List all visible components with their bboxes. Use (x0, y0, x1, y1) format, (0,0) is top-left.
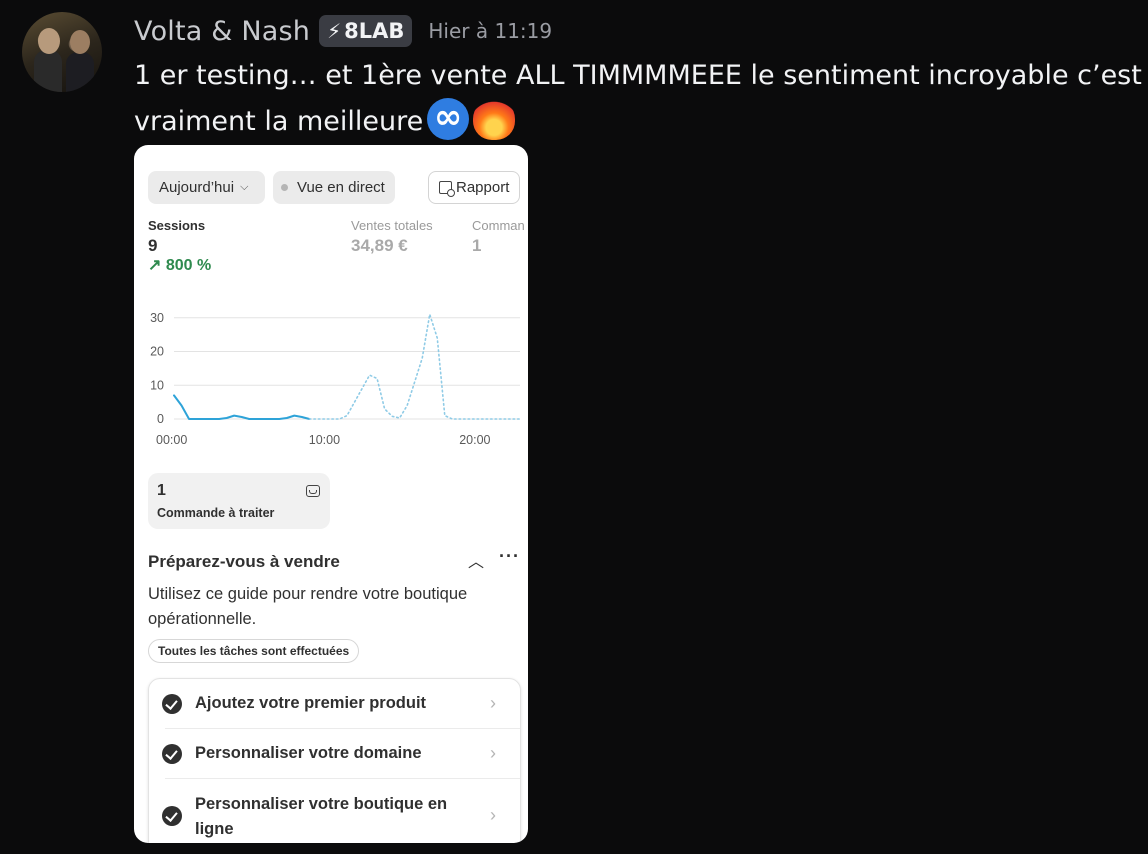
date-filter-label: Aujourd’hui (159, 179, 235, 196)
attached-screenshot[interactable]: Aujourd’hui ⌵ Vue en direct Rapport Sess… (134, 145, 528, 843)
task-item[interactable]: Personnaliser votre boutique en ligne › (162, 779, 520, 843)
dashboard-toolbar: Aujourd’hui ⌵ Vue en direct Rapport (148, 171, 520, 205)
metric-label: Comman (472, 218, 525, 233)
message-content: 1 er testing… et 1ère vente ALL TIMMMMEE… (134, 54, 1144, 144)
chevron-down-icon: ⌵ (240, 181, 249, 193)
y-tick-label: 0 (157, 412, 164, 426)
chevron-right-icon: › (490, 805, 496, 825)
sessions-chart: 0 10 20 30 00:00 10:00 20:00 (150, 311, 521, 447)
guide-task-list: Ajoutez votre premier produit › Personna… (148, 678, 521, 843)
orders-to-process-card[interactable]: 1 Commande à traiter (148, 473, 330, 529)
live-dot-icon (281, 184, 288, 191)
forecast-series-line (308, 313, 521, 420)
more-options-icon[interactable]: ··· (499, 546, 520, 567)
y-tick-label: 10 (150, 378, 164, 392)
task-item[interactable]: Ajoutez votre premier produit › (162, 679, 520, 729)
check-circle-icon (162, 743, 182, 764)
metric-sessions[interactable]: Sessions 9 (148, 218, 205, 256)
username[interactable]: Volta & Nash (134, 16, 310, 47)
y-tick-label: 30 (150, 311, 164, 325)
metric-label: Ventes totales (351, 218, 433, 233)
sessions-delta: ↗ 800 % (148, 257, 212, 274)
fire-heart-emoji-icon (473, 98, 516, 140)
orders-label: Commande à traiter (157, 506, 275, 520)
sessions-series-line (173, 394, 311, 420)
y-tick-label: 20 (150, 345, 164, 359)
chevron-right-icon: › (490, 743, 496, 763)
x-tick-label: 20:00 (459, 433, 490, 447)
task-label: Ajoutez votre premier produit (195, 694, 427, 712)
report-button[interactable]: Rapport (428, 171, 520, 204)
metric-value: 34,89 € (351, 236, 408, 255)
server-tag-text: 8LAB (344, 19, 405, 43)
orders-count: 1 (157, 482, 166, 499)
message-timestamp: Hier à 11:19 (428, 19, 553, 43)
report-search-icon (439, 181, 455, 197)
lightning-bolt-icon: ⚡ (327, 19, 342, 43)
task-label: Personnaliser votre domaine (195, 744, 422, 762)
metric-total-sales[interactable]: Ventes totales 34,89 € (351, 218, 433, 256)
check-circle-icon (162, 806, 182, 826)
guide-description: Utilisez ce guide pour rendre votre bout… (148, 585, 468, 628)
server-tag-badge[interactable]: ⚡ 8LAB (319, 15, 413, 47)
infinity-emoji-icon (427, 95, 470, 140)
date-filter-button[interactable]: Aujourd’hui ⌵ (148, 171, 265, 204)
live-view-button[interactable]: Vue en direct (273, 171, 395, 204)
guide-title: Préparez-vous à vendre (148, 552, 340, 571)
guide-status-tag: Toutes les tâches sont effectuées (148, 639, 360, 663)
metric-orders[interactable]: Comman 1 (472, 218, 525, 256)
metric-value: 9 (148, 236, 158, 255)
user-avatar[interactable] (22, 12, 102, 92)
metric-label: Sessions (148, 218, 206, 233)
x-tick-label: 10:00 (309, 433, 340, 447)
live-view-label: Vue en direct (297, 179, 385, 196)
metric-value: 1 (472, 236, 482, 255)
message-text: 1 er testing… et 1ère vente ALL TIMMMMEE… (134, 60, 1142, 137)
message-header: Volta & Nash ⚡ 8LAB Hier à 11:19 (134, 12, 552, 50)
collapse-chevron-icon[interactable]: ︿ (468, 548, 484, 572)
chevron-right-icon: › (490, 693, 496, 713)
task-label: Personnaliser votre boutique en ligne (195, 795, 448, 838)
inbox-tray-icon (306, 485, 320, 497)
task-item[interactable]: Personnaliser votre domaine › (162, 729, 520, 779)
report-label: Rapport (456, 179, 510, 196)
check-circle-icon (162, 693, 182, 714)
x-tick-label: 00:00 (156, 433, 187, 447)
